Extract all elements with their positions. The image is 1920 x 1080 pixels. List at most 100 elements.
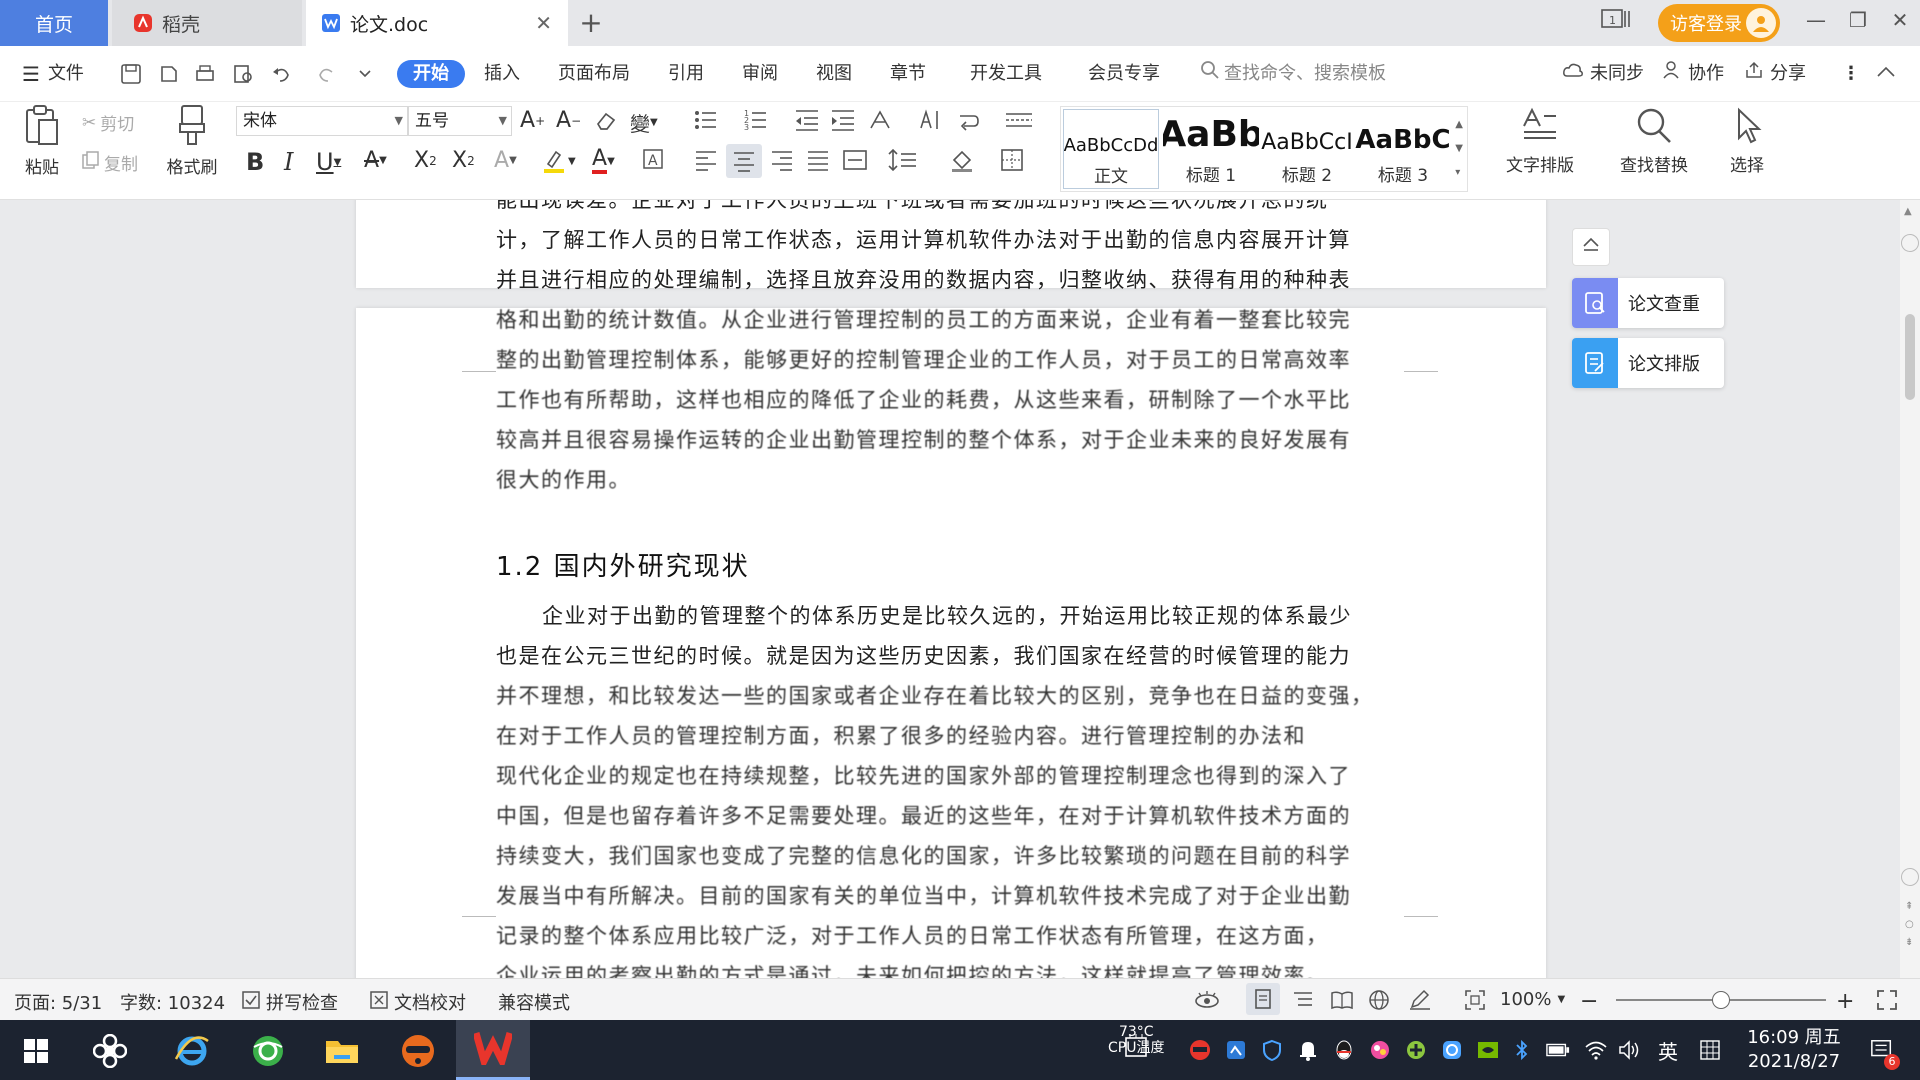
word-count[interactable]: 字数: 10324 xyxy=(120,989,225,1015)
superscript-icon[interactable]: X2 xyxy=(414,148,437,173)
restore-button[interactable]: ❐ xyxy=(1838,8,1878,32)
tab-review[interactable]: 审阅 xyxy=(742,60,778,88)
fit-page-icon[interactable] xyxy=(1464,989,1486,1011)
pinwheel-app-icon[interactable] xyxy=(84,1028,136,1074)
italic-icon[interactable]: I xyxy=(284,148,293,176)
cut-button[interactable]: ✂ 剪切 xyxy=(82,110,134,136)
subscript-icon[interactable]: X2 xyxy=(452,148,475,173)
tray-network-monitor-icon[interactable] xyxy=(1224,1038,1248,1062)
vertical-scrollbar[interactable]: ▲ ⇞ ○ ⇟ xyxy=(1900,200,1920,978)
bullet-list-icon[interactable] xyxy=(694,108,726,132)
grow-font-icon[interactable]: A + xyxy=(520,108,545,133)
tab-document[interactable]: 论文.doc ✕ xyxy=(306,0,568,46)
collapse-ribbon-icon[interactable] xyxy=(1876,60,1896,88)
tab-references[interactable]: 引用 xyxy=(668,60,704,88)
scroll-up-icon[interactable]: ▲ xyxy=(1904,206,1912,217)
tray-green-plus-icon[interactable] xyxy=(1404,1038,1428,1062)
tab-developer[interactable]: 开发工具 xyxy=(970,60,1042,88)
char-border-icon[interactable]: A xyxy=(642,148,664,170)
highlight-icon[interactable]: ▼ xyxy=(542,148,576,174)
reading-view-icon[interactable] xyxy=(1330,989,1354,1011)
command-search[interactable]: 查找命令、搜索模板 xyxy=(1200,60,1386,88)
cpu-temp-widget[interactable]: 73°C CPU温度 xyxy=(1108,1024,1164,1057)
windows-start-icon[interactable] xyxy=(10,1028,62,1074)
print-preview-icon[interactable] xyxy=(230,62,256,86)
scroll-top-icon[interactable] xyxy=(1901,234,1919,252)
tray-qq-icon[interactable] xyxy=(1332,1038,1356,1062)
style-heading-2[interactable]: AaBbCcI 标题 2 xyxy=(1259,109,1355,189)
decrease-indent-icon[interactable] xyxy=(794,108,820,132)
sync-status[interactable]: 未同步 xyxy=(1562,60,1644,88)
numbered-list-icon[interactable]: 123 xyxy=(744,108,776,132)
select-button[interactable]: 选择 xyxy=(1712,106,1782,176)
tab-member[interactable]: 会员专享 xyxy=(1088,60,1160,88)
clear-format-icon[interactable] xyxy=(594,110,618,132)
font-name-select[interactable]: 宋体 ▼ xyxy=(236,106,408,136)
tab-home[interactable]: 首页 xyxy=(0,0,108,46)
tab-chapter[interactable]: 章节 xyxy=(890,60,926,88)
shrink-font-icon[interactable]: A − xyxy=(556,108,581,133)
paragraph-research-status[interactable]: 企业对于出勤的管理整个的体系历史是比较久远的，开始运用比较正规的体系最少 也是在… xyxy=(496,596,1404,978)
page-nav-icons[interactable]: ⇞ ○ ⇟ xyxy=(1905,898,1914,952)
zoom-out-button[interactable]: − xyxy=(1580,989,1598,1014)
more-options-icon[interactable]: ⋮ xyxy=(1842,60,1860,88)
style-heading-3[interactable]: AaBbC 标题 3 xyxy=(1355,109,1451,189)
sort-icon[interactable] xyxy=(918,108,944,132)
scroll-down-round-icon[interactable] xyxy=(1901,868,1919,886)
page-indicator[interactable]: 页面: 5/31 xyxy=(14,989,102,1015)
justify-icon[interactable] xyxy=(806,148,830,172)
battery-icon[interactable] xyxy=(1546,1038,1570,1062)
increase-indent-icon[interactable] xyxy=(830,108,856,132)
tray-nvidia-icon[interactable] xyxy=(1476,1038,1500,1062)
tray-shield-icon[interactable] xyxy=(1260,1038,1284,1062)
output-pdf-icon[interactable] xyxy=(156,62,182,86)
new-tab-button[interactable]: + xyxy=(574,6,608,39)
borders-icon[interactable] xyxy=(1000,148,1030,172)
tray-bell-icon[interactable] xyxy=(1296,1038,1320,1062)
text-layout-button[interactable]: 文字排版 xyxy=(1490,106,1590,176)
ime-language-indicator[interactable]: 英 xyxy=(1656,1038,1680,1064)
align-left-icon[interactable] xyxy=(694,148,718,172)
table-tools-icon[interactable] xyxy=(1004,108,1034,132)
customize-toolbar-icon[interactable] xyxy=(352,62,378,86)
file-explorer-icon[interactable] xyxy=(316,1028,368,1074)
close-tab-icon[interactable]: ✕ xyxy=(535,11,552,35)
font-color-icon[interactable]: A ▼ xyxy=(592,148,615,174)
file-menu[interactable]: ☰ 文件 xyxy=(22,60,84,88)
spell-check-button[interactable]: 拼写检查 xyxy=(242,989,338,1015)
wifi-icon[interactable] xyxy=(1584,1038,1608,1062)
find-replace-button[interactable]: 查找替换 xyxy=(1606,106,1702,176)
zoom-select[interactable]: 100% ▼ xyxy=(1500,989,1565,1010)
format-painter-button[interactable]: 格式刷 xyxy=(160,104,224,178)
share-button[interactable]: 分享 xyxy=(1744,60,1806,88)
collaborate-button[interactable]: 协作 xyxy=(1662,60,1724,88)
undo-icon[interactable] xyxy=(268,62,294,86)
bold-icon[interactable]: B xyxy=(246,148,264,176)
tab-page-layout[interactable]: 页面布局 xyxy=(558,60,630,88)
section-heading[interactable]: 1.2 国内外研究现状 xyxy=(496,546,750,583)
page-view-icon[interactable] xyxy=(1246,983,1280,1015)
write-mode-icon[interactable] xyxy=(1408,989,1432,1011)
window-layout-icon[interactable]: 1 xyxy=(1596,8,1636,35)
style-normal[interactable]: AaBbCcDd 正文 xyxy=(1063,109,1159,189)
tray-colorful-app-icon[interactable] xyxy=(1368,1038,1392,1062)
close-window-button[interactable]: ✕ xyxy=(1880,8,1920,32)
zoom-slider[interactable] xyxy=(1616,991,1826,1009)
zoom-in-button[interactable]: + xyxy=(1836,989,1854,1014)
zoom-slider-handle[interactable] xyxy=(1712,991,1730,1009)
tab-insert[interactable]: 插入 xyxy=(484,60,520,88)
bluetooth-icon[interactable] xyxy=(1510,1038,1534,1062)
collapse-panel-button[interactable] xyxy=(1572,228,1610,266)
pinyin-guide-icon[interactable]: 變 ▼ xyxy=(630,108,658,137)
web-view-icon[interactable] xyxy=(1368,989,1390,1011)
line-spacing-icon[interactable] xyxy=(888,148,918,172)
paste-button[interactable]: 粘贴 xyxy=(14,104,70,178)
minimize-button[interactable]: — xyxy=(1796,8,1836,32)
styles-scroll-icon[interactable]: ▲ ▼ ▾ xyxy=(1455,113,1463,185)
outline-view-icon[interactable] xyxy=(1292,989,1314,1011)
save-icon[interactable] xyxy=(118,62,144,86)
thesis-layout-button[interactable]: 论文排版 xyxy=(1572,338,1724,388)
thesis-check-button[interactable]: 论文查重 xyxy=(1572,278,1724,328)
internet-explorer-icon[interactable] xyxy=(166,1028,218,1074)
tray-blue-app-icon[interactable] xyxy=(1440,1038,1464,1062)
